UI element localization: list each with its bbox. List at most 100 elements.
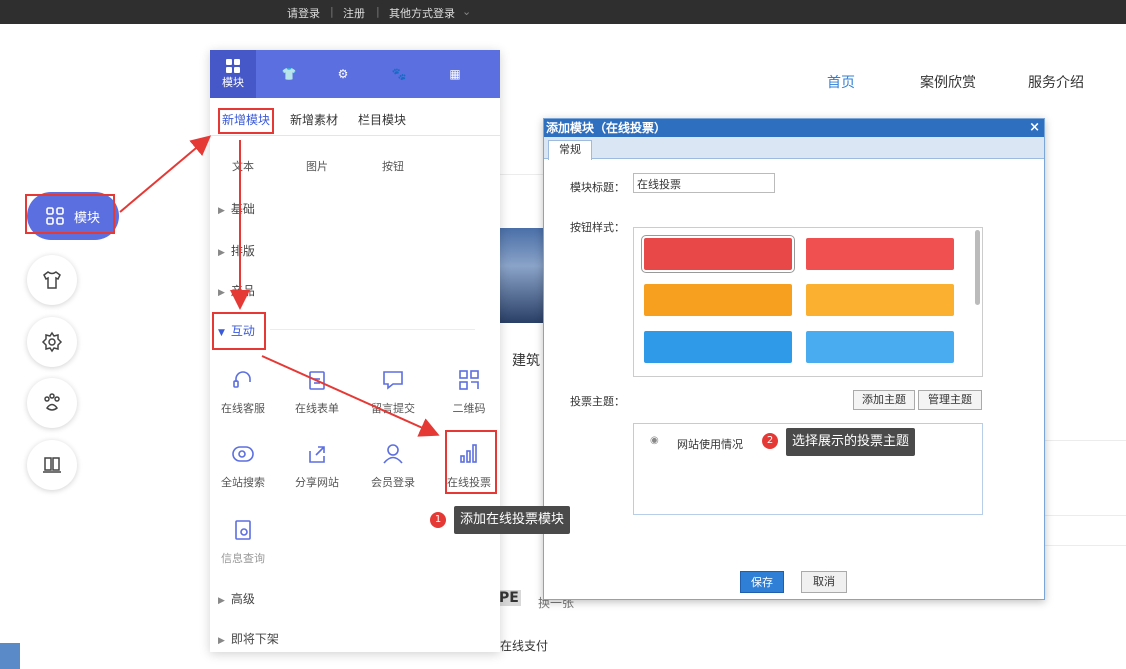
module-title-label: 模块标题： xyxy=(570,181,625,194)
scrollbar[interactable] xyxy=(975,230,980,305)
shirt-icon: 👕 xyxy=(281,67,297,81)
manage-topic-button[interactable]: 管理主题 xyxy=(918,390,982,410)
module-item-info-query[interactable]: 信息查询 xyxy=(210,516,278,566)
module-item-site-search[interactable]: 全站搜索 xyxy=(210,440,278,490)
save-button[interactable]: 保存 xyxy=(740,571,784,593)
vote-option-label[interactable]: 网站使用情况 xyxy=(677,436,743,452)
module-title-input[interactable]: 在线投票 xyxy=(633,173,775,193)
cancel-button[interactable]: 取消 xyxy=(801,571,847,593)
tab-settings[interactable]: ⚙ xyxy=(320,50,366,98)
style-swatch[interactable] xyxy=(806,331,954,363)
divider: | xyxy=(376,5,380,18)
step-badge: 2 xyxy=(762,433,778,449)
register-link[interactable]: 注册 xyxy=(343,5,365,21)
caret-right-icon: ▶ xyxy=(218,288,225,298)
highlight-box xyxy=(445,430,497,494)
module-item-online-service[interactable]: 在线客服 xyxy=(210,366,278,416)
nav-cases[interactable]: 案例欣赏 xyxy=(920,72,976,92)
group-base[interactable]: ▶ 基础 xyxy=(218,200,255,217)
module-item-text[interactable]: 文本 xyxy=(210,158,278,174)
corner-image xyxy=(0,643,20,669)
module-item-button[interactable]: 按钮 xyxy=(358,158,428,174)
paw-icon xyxy=(44,393,60,411)
step-tooltip: 添加在线投票模块 xyxy=(454,506,571,534)
highlight-box xyxy=(212,312,266,350)
divider: | xyxy=(330,5,334,18)
group-layout[interactable]: ▶ 排版 xyxy=(218,242,255,259)
login-link[interactable]: 请登录 xyxy=(287,5,320,21)
page-button[interactable] xyxy=(27,440,77,490)
pet-button[interactable] xyxy=(27,378,77,428)
style-swatch[interactable] xyxy=(806,284,954,316)
tab-module[interactable]: 模块 xyxy=(210,50,256,98)
subtab-column-module[interactable]: 栏目模块 xyxy=(358,111,406,128)
group-product[interactable]: ▶ 产品 xyxy=(218,282,255,299)
divider xyxy=(500,174,543,175)
button-style-label: 按钮样式： xyxy=(570,221,625,234)
document-search-icon xyxy=(210,516,278,544)
style-swatch[interactable] xyxy=(641,235,795,273)
caret-right-icon: ▶ xyxy=(218,206,225,216)
group-retiring[interactable]: ▶ 即将下架 xyxy=(218,630,279,647)
dialog-header: 添加模块（在线投票） × xyxy=(544,119,1044,137)
grid-icon xyxy=(226,59,240,73)
button-style-list[interactable] xyxy=(633,227,983,377)
nav-home[interactable]: 首页 xyxy=(827,72,855,92)
divider xyxy=(1045,515,1126,516)
highlight-box xyxy=(218,108,274,134)
chevron-down-icon: ⌄ xyxy=(462,5,472,18)
captcha-image: PE xyxy=(497,590,521,606)
panel-top-tabs: 模块 👕 ⚙ 🐾 ▦ xyxy=(210,50,500,98)
qrcode-icon xyxy=(434,366,500,394)
gear-icon: ⚙ xyxy=(337,67,349,81)
module-item-qrcode[interactable]: 二维码 xyxy=(434,366,500,416)
add-topic-button[interactable]: 添加主题 xyxy=(853,390,915,410)
divider xyxy=(1045,440,1126,441)
dialog-title: 添加模块（在线投票） xyxy=(546,121,667,135)
caret-right-icon: ▶ xyxy=(218,596,225,606)
close-icon[interactable]: × xyxy=(1029,119,1040,137)
headset-icon xyxy=(210,366,278,394)
theme-button[interactable] xyxy=(27,255,77,305)
top-bar: 请登录 | 注册 | 其他方式登录 ⌄ xyxy=(0,0,1126,24)
step-badge: 1 xyxy=(430,512,446,528)
module-item-online-form[interactable]: 在线表单 xyxy=(282,366,352,416)
pay-text: 在线支付 xyxy=(500,639,549,653)
style-swatch[interactable] xyxy=(806,238,954,270)
divider xyxy=(1045,545,1126,546)
vote-topic-label: 投票主题： xyxy=(570,395,625,408)
radio-button[interactable]: ◉ xyxy=(650,435,659,446)
module-item-image[interactable]: 图片 xyxy=(282,158,352,174)
building-icon xyxy=(43,457,61,473)
paw-icon: 🐾 xyxy=(391,67,407,81)
module-item-message[interactable]: 留言提交 xyxy=(358,366,428,416)
style-swatch[interactable] xyxy=(644,284,792,316)
caret-right-icon: ▶ xyxy=(218,636,225,646)
highlight-box xyxy=(25,194,115,234)
add-module-dialog: 添加模块（在线投票） × 常规 模块标题： 在线投票 按钮样式： 投票主题： 添… xyxy=(543,118,1045,600)
share-icon xyxy=(282,440,352,468)
style-swatch[interactable] xyxy=(644,331,792,363)
subtab-new-material[interactable]: 新增素材 xyxy=(290,111,338,128)
divider xyxy=(270,329,475,330)
gear-icon xyxy=(41,331,63,353)
other-login-link[interactable]: 其他方式登录 xyxy=(389,5,455,21)
building-image xyxy=(500,228,543,323)
clipboard-icon xyxy=(282,366,352,394)
group-advanced[interactable]: ▶ 高级 xyxy=(218,590,255,607)
tab-page[interactable]: ▦ xyxy=(432,50,478,98)
tab-pet[interactable]: 🐾 xyxy=(376,50,422,98)
module-item-member-login[interactable]: 会员登录 xyxy=(358,440,428,490)
search-icon xyxy=(210,440,278,468)
nav-service[interactable]: 服务介绍 xyxy=(1028,72,1084,92)
caret-right-icon: ▶ xyxy=(218,248,225,258)
module-item-share[interactable]: 分享网站 xyxy=(282,440,352,490)
tab-module-label: 模块 xyxy=(222,76,244,89)
tab-theme[interactable]: 👕 xyxy=(266,50,312,98)
tab-general[interactable]: 常规 xyxy=(548,140,592,160)
building-icon: ▦ xyxy=(449,67,461,81)
settings-button[interactable] xyxy=(27,317,77,367)
step-tooltip: 选择展示的投票主题 xyxy=(786,428,916,456)
chat-icon xyxy=(358,366,428,394)
building-text: 建筑 xyxy=(512,353,540,369)
